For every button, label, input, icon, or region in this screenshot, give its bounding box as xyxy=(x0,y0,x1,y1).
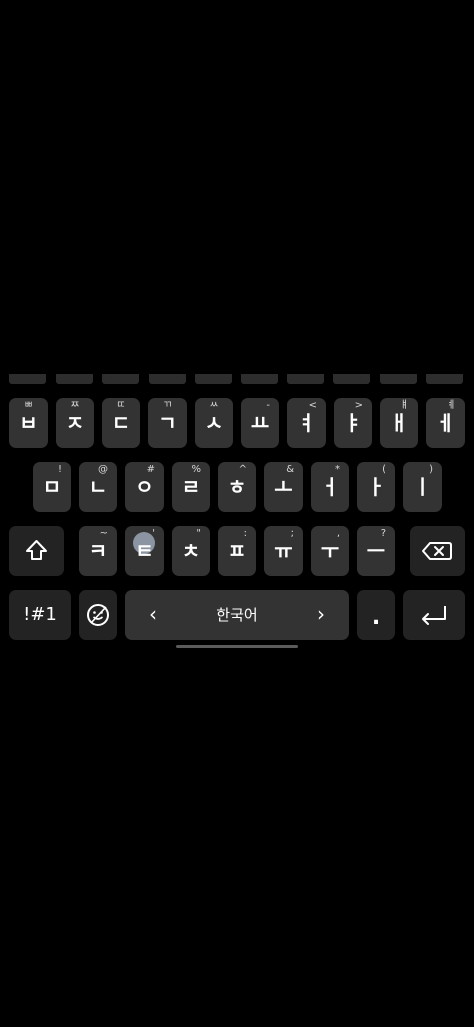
key-rieul[interactable]: % ㄹ xyxy=(172,462,210,512)
key-nieun[interactable]: @ ㄴ xyxy=(79,462,117,512)
key-label: ㅎ xyxy=(227,475,247,499)
key-label: ㄷ xyxy=(111,411,131,435)
key-bieup[interactable]: ㅃ ㅂ xyxy=(9,398,48,448)
key-eu[interactable]: ? ㅡ xyxy=(357,526,395,576)
key-jieut[interactable]: ㅉ ㅈ xyxy=(56,398,94,448)
key-label: ㅁ xyxy=(42,475,62,499)
space-bar[interactable]: ‹ 한국어 › xyxy=(125,590,349,640)
suggestion-slot xyxy=(380,374,417,384)
shift-key[interactable] xyxy=(9,526,64,576)
key-row-3: ~ ㅋ ' ㅌ " ㅊ : ㅍ ; ㅠ , ㅜ ? ㅡ xyxy=(0,526,474,576)
suggestion-slot xyxy=(56,374,93,384)
symbols-key[interactable]: !#1 xyxy=(9,590,71,640)
key-yu[interactable]: ; ㅠ xyxy=(264,526,303,576)
period-label: . xyxy=(371,605,381,630)
suggestion-slot xyxy=(195,374,232,384)
suggestion-slot xyxy=(333,374,370,384)
backspace-key[interactable] xyxy=(410,526,465,576)
key-label: ㄹ xyxy=(181,475,201,499)
key-ae[interactable]: ㅒ ㅐ xyxy=(380,398,418,448)
key-mieum[interactable]: ! ㅁ xyxy=(33,462,71,512)
key-label: ㅏ xyxy=(366,475,386,499)
key-label: ㅕ xyxy=(297,411,316,435)
key-ieung[interactable]: # ㅇ xyxy=(125,462,164,512)
key-giyeok[interactable]: ㄲ ㄱ xyxy=(148,398,187,448)
key-label: ㅍ xyxy=(227,539,247,563)
key-digeut[interactable]: ㄸ ㄷ xyxy=(102,398,140,448)
enter-return-icon xyxy=(403,590,465,640)
shift-arrow-icon xyxy=(9,526,64,576)
key-tieut[interactable]: ' ㅌ xyxy=(125,526,164,576)
key-label: ㄱ xyxy=(158,411,177,435)
key-label: ㅛ xyxy=(250,411,270,435)
key-label: ㅋ xyxy=(88,539,108,563)
symbols-label: !#1 xyxy=(23,604,57,625)
key-i[interactable]: ) ㅣ xyxy=(403,462,442,512)
key-eo[interactable]: * ㅓ xyxy=(311,462,349,512)
suggestion-slot xyxy=(102,374,139,384)
keyboard: ㅃ ㅂ ㅉ ㅈ ㄸ ㄷ ㄲ ㄱ ㅆ ㅅ - ㅛ < ㅕ > ㅑ ㅒ ㅐ ㅖ ㅔ … xyxy=(0,368,474,658)
key-kieuk[interactable]: ~ ㅋ xyxy=(79,526,117,576)
key-yeo[interactable]: < ㅕ xyxy=(287,398,326,448)
key-label: ㄴ xyxy=(88,475,108,499)
key-label: ㅣ xyxy=(413,475,432,499)
emoji-settings-icon xyxy=(79,590,117,640)
key-label: ㅜ xyxy=(320,539,340,563)
suggestion-slot xyxy=(287,374,324,384)
key-label: ㅠ xyxy=(274,539,293,563)
backspace-icon xyxy=(410,526,465,576)
enter-key[interactable] xyxy=(403,590,465,640)
key-label: ㅇ xyxy=(135,475,154,499)
key-label: ㅡ xyxy=(366,539,386,563)
key-row-2: ! ㅁ @ ㄴ # ㅇ % ㄹ ^ ㅎ & ㅗ * ㅓ ( ㅏ) ㅣ xyxy=(0,462,474,512)
key-ya[interactable]: > ㅑ xyxy=(334,398,372,448)
period-key[interactable]: . xyxy=(357,590,395,640)
space-right-arrow: › xyxy=(317,602,325,626)
suggestion-slot xyxy=(149,374,186,384)
key-u[interactable]: , ㅜ xyxy=(311,526,349,576)
key-a[interactable]: ( ㅏ xyxy=(357,462,395,512)
key-row-1: ㅃ ㅂ ㅉ ㅈ ㄸ ㄷ ㄲ ㄱ ㅆ ㅅ - ㅛ < ㅕ > ㅑ ㅒ ㅐ ㅖ ㅔ xyxy=(0,398,474,448)
key-pieup[interactable]: : ㅍ xyxy=(218,526,256,576)
suggestion-strip xyxy=(0,368,474,384)
key-yo[interactable]: - ㅛ xyxy=(241,398,279,448)
key-e[interactable]: ㅖ ㅔ xyxy=(426,398,465,448)
key-o[interactable]: & ㅗ xyxy=(264,462,303,512)
home-indicator[interactable] xyxy=(176,645,298,648)
key-hieut[interactable]: ^ ㅎ xyxy=(218,462,256,512)
key-label: ㅊ xyxy=(181,539,201,563)
key-label: ㅓ xyxy=(320,475,340,499)
key-label: ㅗ xyxy=(274,475,293,499)
suggestion-slot xyxy=(241,374,278,384)
key-label: ㅅ xyxy=(204,411,224,435)
key-label: ㅌ xyxy=(135,539,154,563)
key-label: ㅑ xyxy=(343,411,363,435)
key-row-4: !#1 ‹ 한국어 › . xyxy=(0,590,474,640)
key-chieut[interactable]: " ㅊ xyxy=(172,526,210,576)
key-label: ㅐ xyxy=(389,411,409,435)
emoji-settings-key[interactable] xyxy=(79,590,117,640)
suggestion-slot xyxy=(426,374,463,384)
key-label: ㅂ xyxy=(19,411,38,435)
suggestion-slot xyxy=(9,374,46,384)
space-language-label: 한국어 xyxy=(216,606,258,624)
key-label: ㅔ xyxy=(436,411,455,435)
key-label: ㅈ xyxy=(65,411,85,435)
key-siot[interactable]: ㅆ ㅅ xyxy=(195,398,233,448)
